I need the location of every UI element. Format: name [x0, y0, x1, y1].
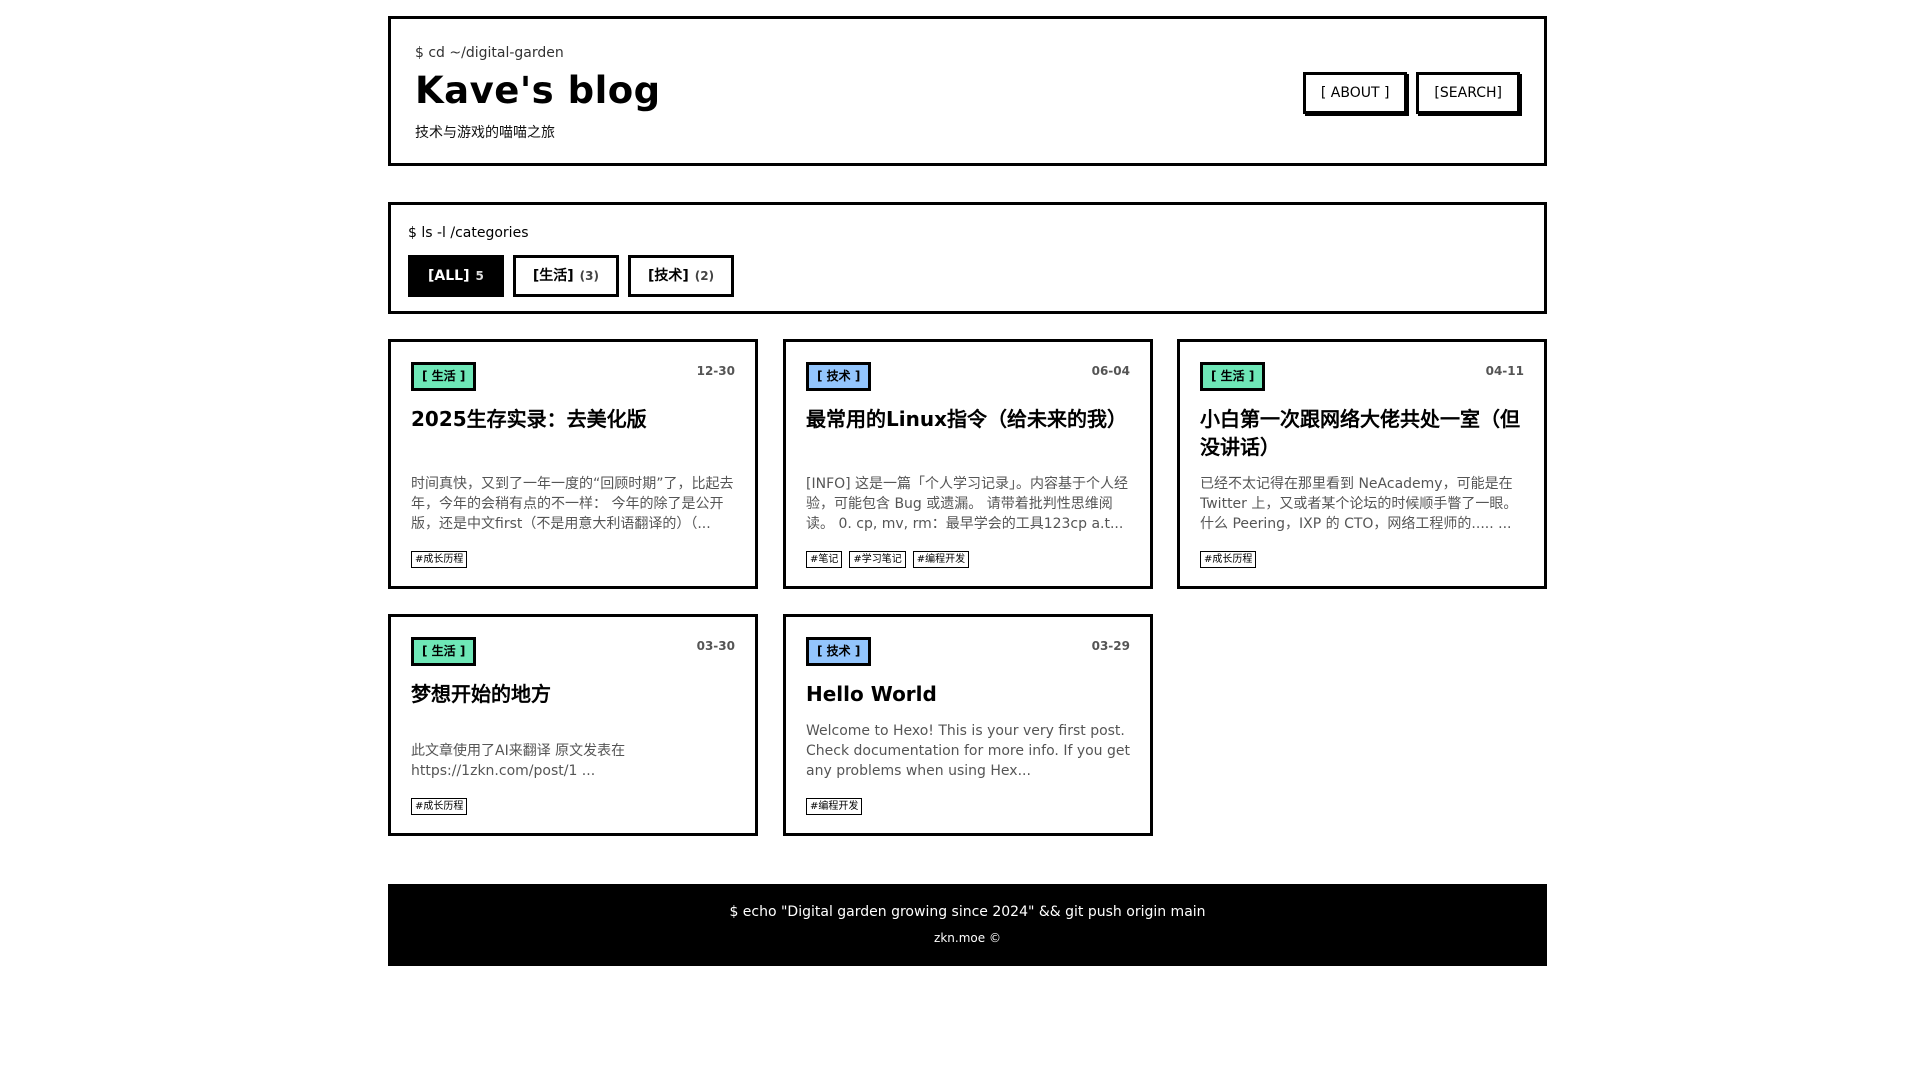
- filter-label: [技术]: [647, 268, 689, 284]
- category-badge[interactable]: [ 技术 ]: [806, 637, 872, 666]
- page: $ cd ~/digital-garden Kave's blog 技术与游戏的…: [0, 0, 1920, 1080]
- post-excerpt: [INFO] 这是一篇「个人学习记录」。内容基于个人经验，可能包含 Bug 或遗…: [806, 476, 1129, 532]
- search-button[interactable]: [SEARCH]: [1416, 72, 1520, 114]
- post-excerpt: 时间真快，又到了一年一度的“回顾时期”了，比起去年，今年的会稍有点的不一样： 今…: [411, 476, 734, 532]
- post-title[interactable]: 2025生存实录：去美化版: [411, 405, 735, 433]
- filter-all[interactable]: [ALL] 5: [408, 255, 504, 297]
- site-title[interactable]: Kave's blog: [415, 69, 661, 112]
- filter-count: (2): [694, 269, 715, 283]
- category-filters: [ALL] 5 [生活] (3) [技术] (2): [408, 255, 735, 297]
- site-subtitle: 技术与游戏的喵喵之旅: [415, 125, 555, 141]
- tag-chip[interactable]: #编程开发: [806, 798, 863, 815]
- post-card[interactable]: [ 生活 ] 12-30 2025生存实录：去美化版 时间真快，又到了一年一度的…: [388, 339, 758, 589]
- category-badge[interactable]: [ 生活 ]: [1200, 362, 1266, 391]
- filter-count: 5: [475, 269, 484, 283]
- post-date: 03-30: [696, 639, 735, 653]
- about-button[interactable]: [ ABOUT ]: [1302, 72, 1408, 114]
- filter-tech[interactable]: [技术] (2): [627, 255, 735, 297]
- category-command: $ ls -l /categories: [408, 225, 529, 241]
- post-card[interactable]: [ 生活 ] 03-30 梦想开始的地方 此文章使用了AI来翻译 原文发表在 h…: [388, 614, 758, 836]
- filter-label: [生活]: [532, 268, 574, 284]
- tag-chip[interactable]: #成长历程: [411, 551, 468, 568]
- category-badge[interactable]: [ 生活 ]: [411, 637, 477, 666]
- post-date: 06-04: [1091, 364, 1130, 378]
- post-tags: #成长历程: [1200, 551, 1257, 568]
- tag-chip[interactable]: #学习笔记: [849, 551, 906, 568]
- filter-life[interactable]: [生活] (3): [512, 255, 619, 297]
- header-command: $ cd ~/digital-garden: [415, 45, 564, 61]
- tag-chip[interactable]: #成长历程: [411, 798, 468, 815]
- site-footer: $ echo "Digital garden growing since 202…: [388, 884, 1547, 966]
- site-header: $ cd ~/digital-garden Kave's blog 技术与游戏的…: [388, 16, 1547, 166]
- footer-command: $ echo "Digital garden growing since 202…: [729, 904, 1206, 920]
- post-date: 04-11: [1485, 364, 1524, 378]
- tag-chip[interactable]: #笔记: [806, 551, 843, 568]
- post-title[interactable]: 梦想开始的地方: [411, 680, 735, 708]
- post-date: 12-30: [696, 364, 735, 378]
- post-date: 03-29: [1091, 639, 1130, 653]
- post-card[interactable]: [ 技术 ] 03-29 Hello World Welcome to Hexo…: [783, 614, 1153, 836]
- footer-copyright: zkn.moe ©: [934, 931, 1001, 945]
- post-excerpt: 已经不太记得在那里看到 NeAcademy，可能是在 Twitter 上，又或者…: [1200, 476, 1518, 532]
- post-card[interactable]: [ 技术 ] 06-04 最常用的Linux指令（给未来的我） [INFO] 这…: [783, 339, 1153, 589]
- header-nav: [ ABOUT ] [SEARCH]: [1302, 72, 1520, 114]
- post-tags: #编程开发: [806, 798, 863, 815]
- post-title[interactable]: Hello World: [806, 680, 1130, 708]
- tag-chip[interactable]: #编程开发: [912, 551, 970, 568]
- post-tags: #笔记 #学习笔记 #编程开发: [806, 551, 970, 568]
- category-badge[interactable]: [ 技术 ]: [806, 362, 872, 391]
- filter-count: (3): [579, 269, 599, 283]
- post-title[interactable]: 最常用的Linux指令（给未来的我）: [806, 405, 1130, 433]
- post-title[interactable]: 小白第一次跟网络大佬共处一室（但没讲话）: [1200, 405, 1524, 461]
- filter-label: [ALL]: [428, 268, 470, 284]
- post-card[interactable]: [ 生活 ] 04-11 小白第一次跟网络大佬共处一室（但没讲话） 已经不太记得…: [1177, 339, 1547, 589]
- category-badge[interactable]: [ 生活 ]: [411, 362, 477, 391]
- tag-chip[interactable]: #成长历程: [1200, 551, 1257, 568]
- post-tags: #成长历程: [411, 551, 468, 568]
- post-excerpt: 此文章使用了AI来翻译 原文发表在 https://1zkn.com/post/…: [411, 743, 626, 779]
- post-tags: #成长历程: [411, 798, 468, 815]
- category-panel: $ ls -l /categories [ALL] 5 [生活] (3) [技术] (…: [388, 202, 1547, 314]
- post-excerpt: Welcome to Hexo! This is your very first…: [806, 723, 1130, 779]
